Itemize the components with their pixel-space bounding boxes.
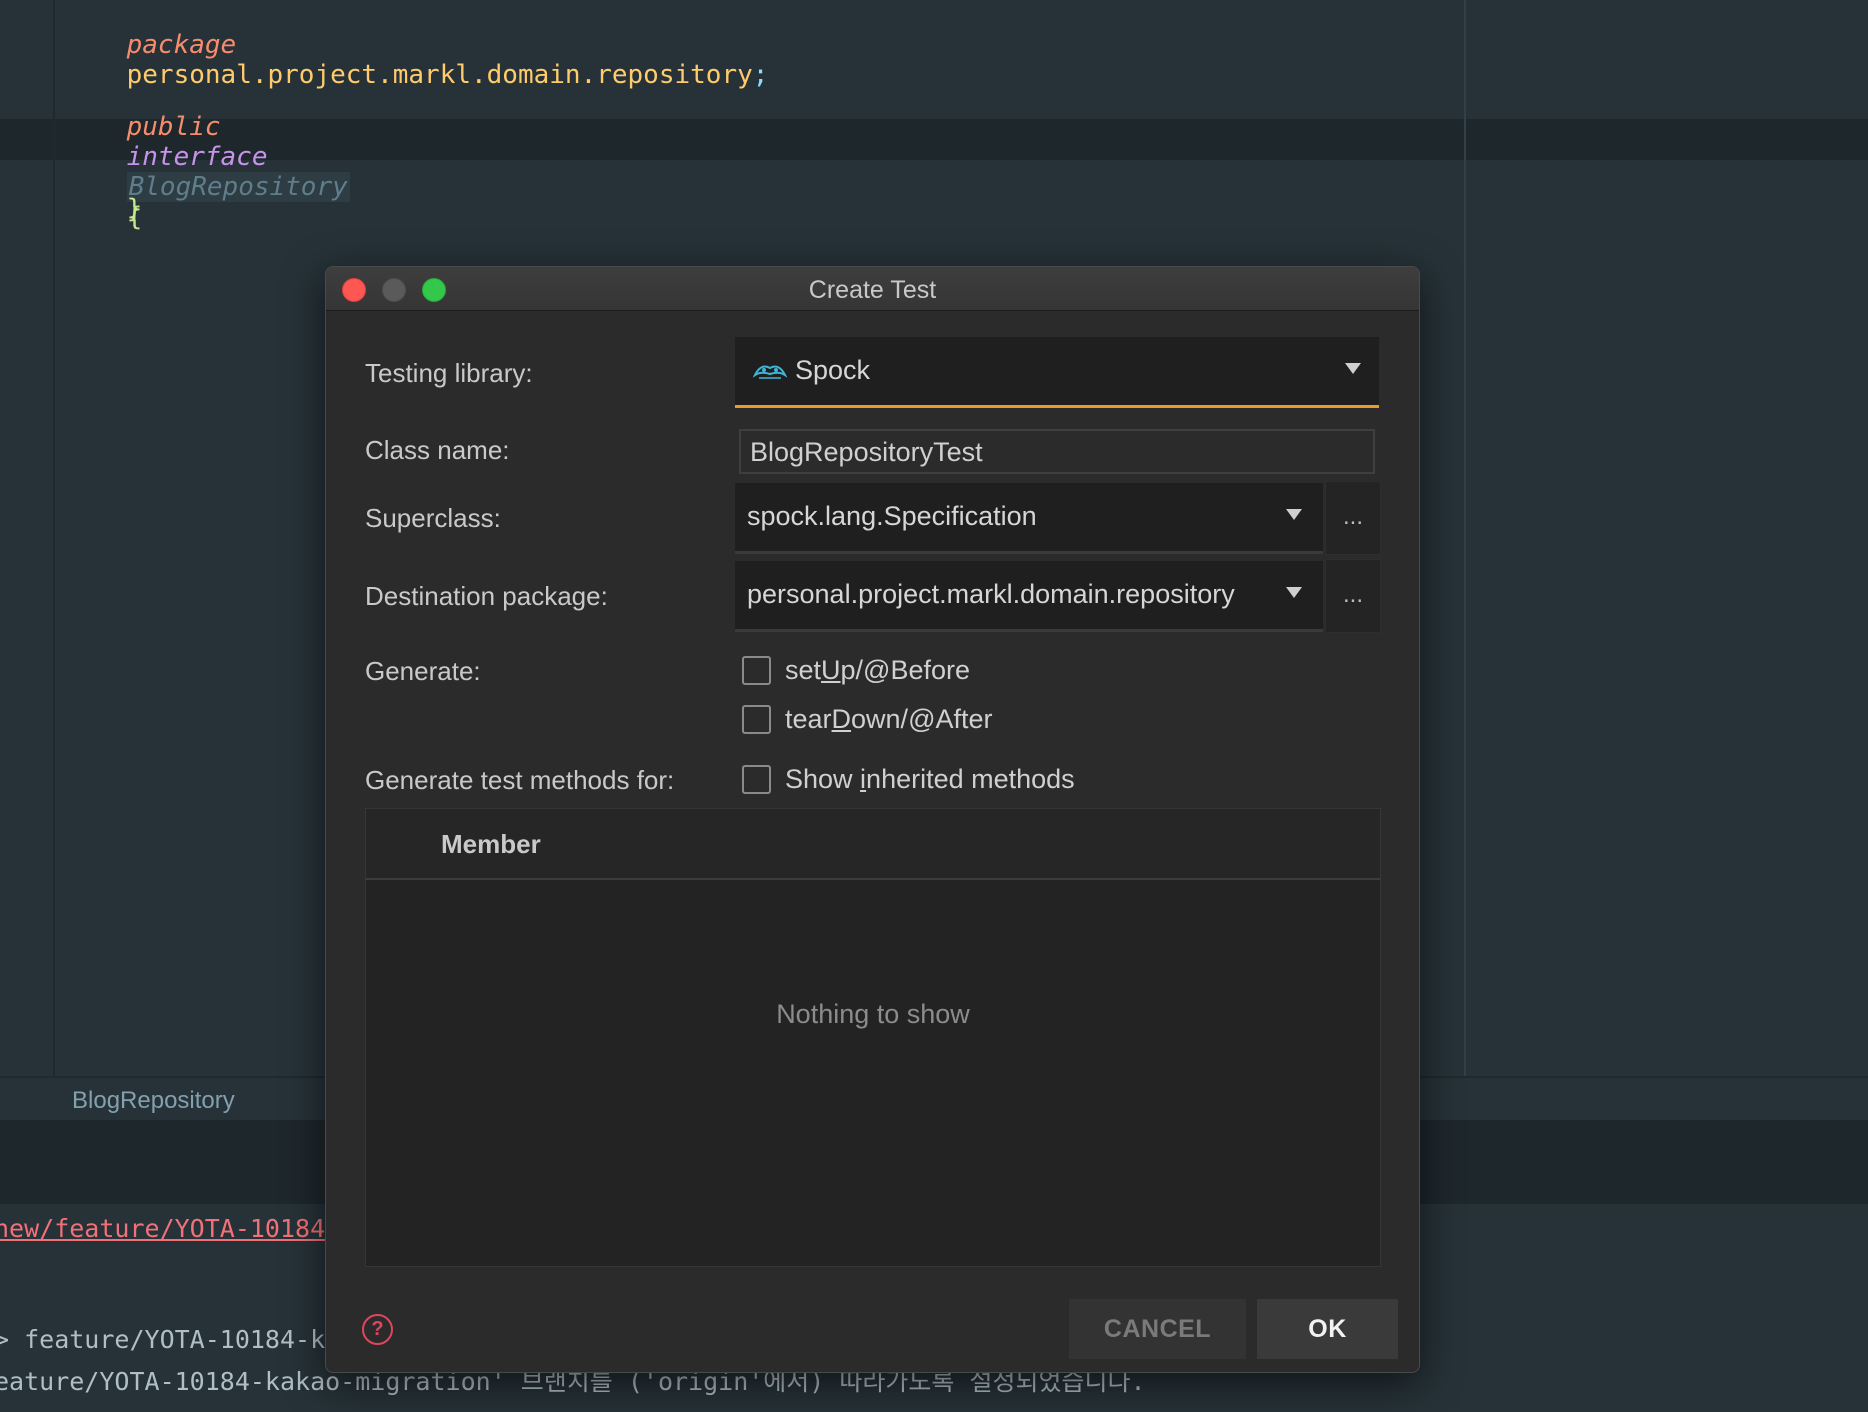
superclass-select[interactable]: spock.lang.Specification (735, 483, 1323, 554)
chevron-down-icon (1286, 509, 1302, 520)
superclass-value: spock.lang.Specification (747, 501, 1037, 531)
setup-checkbox[interactable] (742, 656, 771, 685)
inherited-label-prefix: Show (785, 764, 861, 794)
right-margin-guide (1464, 0, 1466, 1076)
chevron-down-icon (1345, 363, 1361, 374)
member-table-header[interactable]: Member (366, 809, 1380, 880)
destination-package-label: Destination package: (365, 581, 608, 611)
create-test-dialog: Create Test Testing library: Spock Class… (325, 266, 1420, 1373)
ok-button[interactable]: OK (1257, 1299, 1398, 1359)
setup-checkbox-label[interactable]: setUp/@Before (785, 655, 970, 686)
superclass-label: Superclass: (365, 503, 501, 533)
testing-library-value: Spock (795, 355, 871, 385)
setup-label-suffix: p/@Before (840, 655, 971, 685)
superclass-browse-button[interactable]: ... (1325, 481, 1381, 555)
destination-package-select[interactable]: personal.project.markl.domain.repository (735, 561, 1323, 632)
close-brace: } (126, 194, 143, 224)
console-branch-link[interactable]: new/feature/YOTA-10184-k (0, 1214, 355, 1243)
keyword-package: package (126, 30, 237, 60)
dialog-title: Create Test (808, 276, 937, 304)
setup-label-mnemonic: U (821, 655, 841, 685)
member-column-header[interactable]: Member (441, 829, 541, 860)
teardown-checkbox[interactable] (742, 705, 771, 734)
keyword-interface: interface (126, 142, 268, 172)
gutter-divider (53, 0, 55, 1076)
teardown-label-suffix: own/@After (851, 704, 993, 734)
empty-state-text: Nothing to show (776, 999, 970, 1029)
semicolon: ; (752, 60, 769, 90)
show-inherited-checkbox[interactable] (742, 765, 771, 794)
destination-browse-button[interactable]: ... (1325, 559, 1381, 633)
setup-label-prefix: set (785, 655, 822, 685)
teardown-label-mnemonic: D (831, 704, 852, 734)
cancel-button[interactable]: CANCEL (1069, 1299, 1246, 1359)
breadcrumb-item[interactable]: BlogRepository (72, 1087, 235, 1115)
show-inherited-label[interactable]: Show inherited methods (785, 764, 1075, 795)
generate-label: Generate: (365, 656, 481, 686)
class-name-label: Class name: (365, 435, 510, 465)
teardown-checkbox-label[interactable]: tearDown/@After (785, 704, 993, 735)
destination-package-value: personal.project.markl.domain.repository (747, 579, 1235, 609)
testing-library-label: Testing library: (365, 358, 533, 388)
keyword-public: public (126, 112, 221, 142)
code-line-close: } (64, 164, 143, 254)
test-methods-label: Generate test methods for: (365, 765, 675, 795)
teardown-label-prefix: tear (785, 704, 832, 734)
spock-icon (753, 365, 787, 379)
chevron-down-icon (1286, 587, 1302, 598)
dialog-titlebar[interactable]: Create Test (326, 267, 1419, 311)
inherited-label-suffix: nherited methods (866, 764, 1075, 794)
interface-name: BlogRepository (126, 172, 350, 202)
help-icon[interactable]: ? (362, 1314, 393, 1345)
member-table[interactable]: Member Nothing to show (365, 808, 1381, 1267)
console-line-1: > feature/YOTA-10184-kak (0, 1325, 356, 1354)
testing-library-select[interactable]: Spock (735, 337, 1379, 408)
class-name-input[interactable]: BlogRepositoryTest (739, 429, 1375, 474)
